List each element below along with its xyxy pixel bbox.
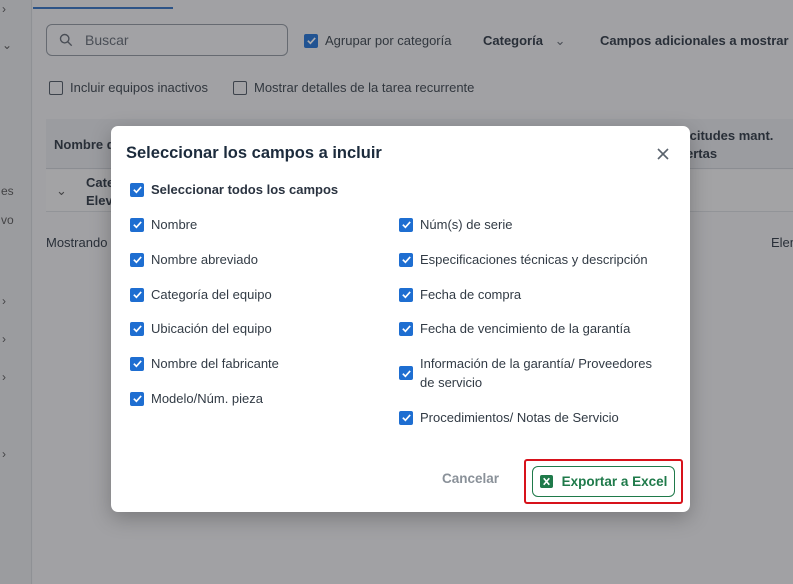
close-icon[interactable] [654,145,672,163]
field-checkbox-especificaciones[interactable]: Especificaciones técnicas y descripción [399,252,648,267]
checkbox-checked-icon [399,410,413,425]
field-checkbox-nombre[interactable]: Nombre [130,217,197,232]
field-checkbox-vencimiento-garantia[interactable]: Fecha de vencimiento de la garantía [399,321,630,336]
field-checkbox-nombre-abreviado[interactable]: Nombre abreviado [130,252,258,267]
select-fields-dialog: Seleccionar los campos a incluir Selecci… [111,126,690,512]
field-checkbox-categoria-equipo[interactable]: Categoría del equipo [130,287,272,302]
checkbox-checked-icon [130,391,144,406]
field-checkbox-fecha-compra[interactable]: Fecha de compra [399,287,521,302]
cancel-button[interactable]: Cancelar [442,471,499,486]
checkbox-checked-icon [130,321,144,336]
field-checkbox-num-serie[interactable]: Núm(s) de serie [399,217,512,232]
field-checkbox-ubicacion-equipo[interactable]: Ubicación del equipo [130,321,272,336]
field-checkbox-procedimientos[interactable]: Procedimientos/ Notas de Servicio [399,410,619,425]
dialog-title: Seleccionar los campos a incluir [126,144,382,162]
checkbox-checked-icon [399,366,413,380]
field-checkbox-modelo-pieza[interactable]: Modelo/Núm. pieza [130,391,263,406]
checkbox-checked-icon [130,182,144,197]
checkbox-checked-icon [130,356,144,371]
excel-icon [539,475,553,488]
checkbox-checked-icon [399,321,413,336]
checkbox-checked-icon [399,287,413,302]
checkbox-checked-icon [130,287,144,302]
checkbox-checked-icon [130,252,144,267]
field-checkbox-nombre-fabricante[interactable]: Nombre del fabricante [130,356,279,371]
checkbox-checked-icon [399,252,413,267]
export-to-excel-button[interactable]: Exportar a Excel [532,466,675,497]
select-all-fields-checkbox[interactable]: Seleccionar todos los campos [130,182,338,197]
field-checkbox-info-garantia[interactable]: Información de la garantía/ Proveedores … [399,354,670,392]
checkbox-checked-icon [130,217,144,232]
checkbox-checked-icon [399,217,413,232]
